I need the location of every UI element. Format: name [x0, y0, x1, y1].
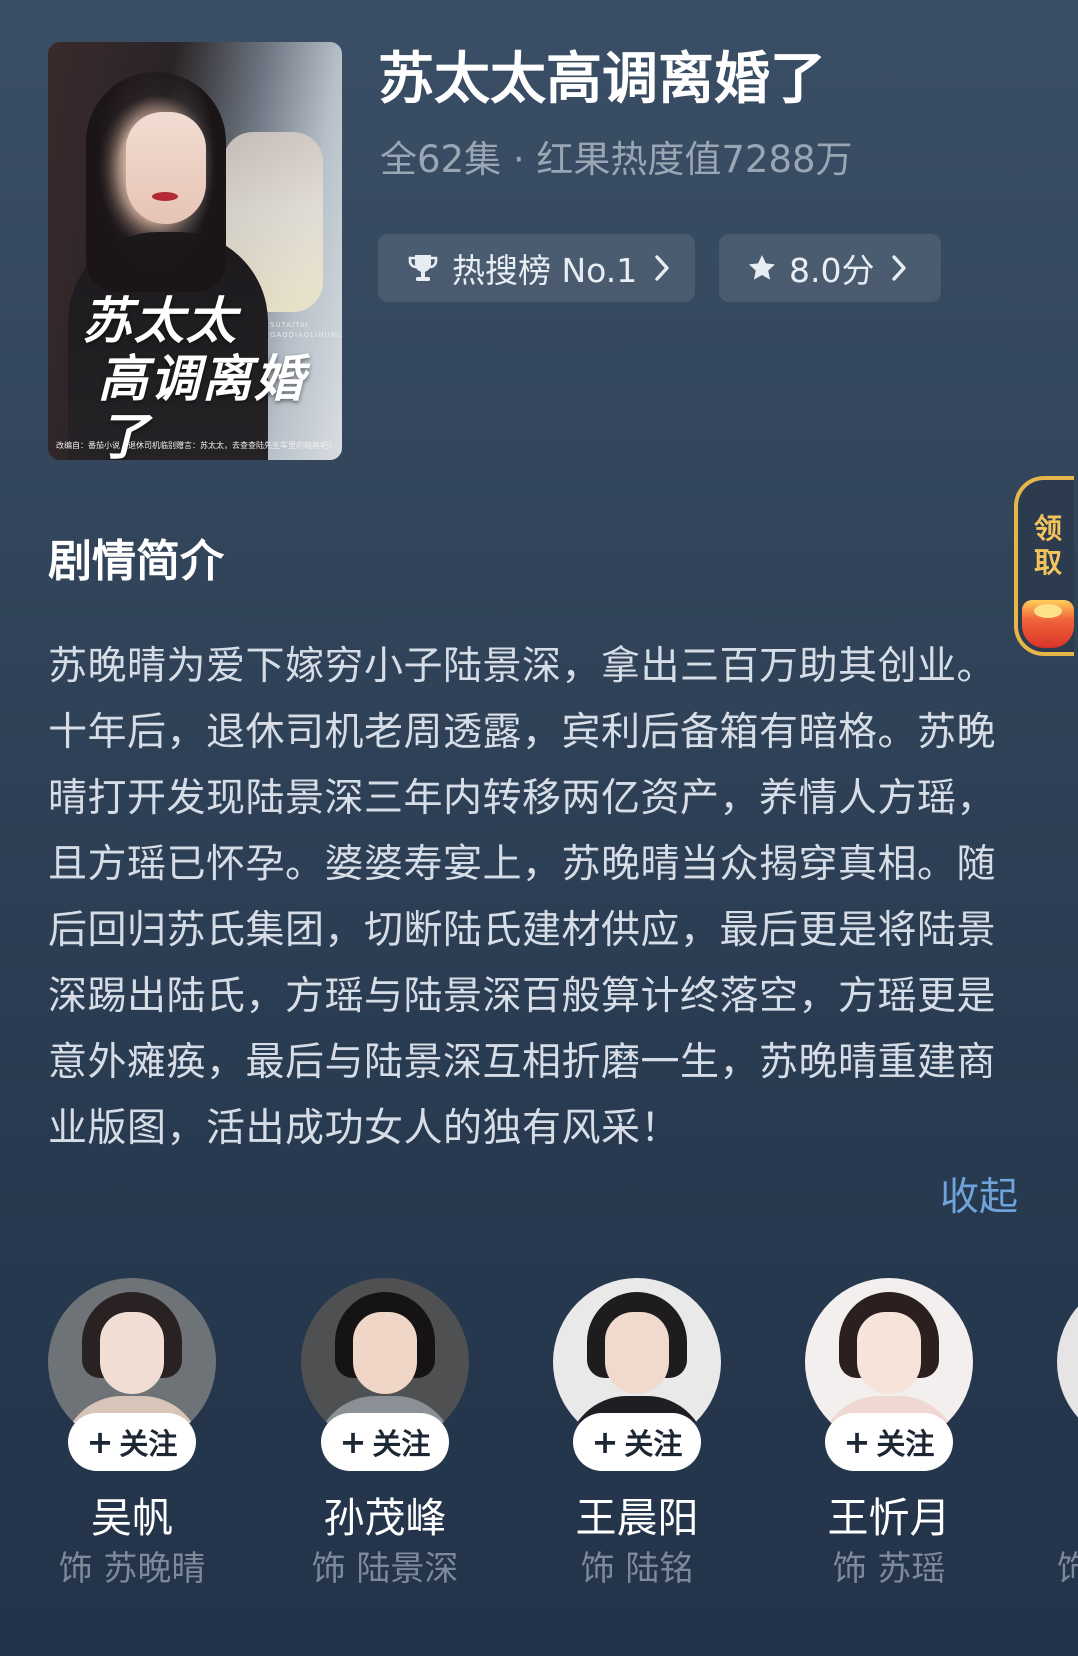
claim-label-2: 取 [1033, 546, 1062, 579]
drama-title: 苏太太高调离婚了 [378, 47, 826, 112]
rank-badge-label: 热搜榜 No.1 [452, 251, 638, 290]
chevron-right-icon [890, 253, 908, 283]
cast-role: 饰 苏晚晴 [58, 1549, 206, 1589]
follow-button[interactable]: + 关注 [573, 1413, 701, 1471]
cast-name: 孙茂峰 [323, 1494, 447, 1542]
cast-member[interactable]: + 关注 孙茂峰 饰 陆景深 [301, 1278, 481, 1598]
synopsis-text: 苏晚晴为爱下嫁穷小子陆景深，拿出三百万助其创业。十年后，退休司机老周透露，宾利后… [48, 644, 997, 1151]
drama-poster[interactable]: 苏太太 高调离婚了 SUTAITAI GAODIAOLIHUNLE 改编自：番茄… [48, 42, 342, 460]
cast-role: 饰 苏瑶 [832, 1549, 946, 1589]
cast-member[interactable]: 饰 [1057, 1278, 1078, 1598]
claim-reward-tab[interactable]: 领 取 [1014, 476, 1074, 656]
red-envelope-icon [1022, 600, 1074, 648]
poster-logo-subtitle: SUTAITAI GAODIAOLIHUNLE [270, 321, 342, 339]
cast-role: 饰 陆铭 [580, 1549, 694, 1589]
cast-role: 饰 陆景深 [311, 1549, 459, 1589]
synopsis-heading: 剧情简介 [48, 536, 224, 587]
follow-button[interactable]: + 关注 [321, 1413, 449, 1471]
collapse-link[interactable]: 收起 [928, 1165, 1018, 1231]
score-badge-button[interactable]: 8.0分 [719, 234, 941, 302]
cast-name: 王晨阳 [575, 1494, 699, 1542]
cast-list: + 关注 吴帆 饰 苏晚晴 + 关注 孙茂峰 饰 陆景深 + 关注 王晨阳 饰 … [0, 1278, 1078, 1608]
plus-icon: + [339, 1423, 367, 1461]
cast-member[interactable]: + 关注 王忻月 饰 苏瑶 [805, 1278, 985, 1598]
avatar[interactable] [1057, 1278, 1078, 1446]
cast-role: 饰 [1057, 1549, 1078, 1589]
plus-icon: + [843, 1423, 871, 1461]
follow-button[interactable]: + 关注 [68, 1413, 196, 1471]
rank-badge-button[interactable]: 热搜榜 No.1 [378, 234, 695, 302]
poster-credit: 改编自：番茄小说《退休司机临别赠言：苏太太，去查查陆先生车里的暗格吧》 [56, 441, 336, 450]
cast-name: 吴帆 [91, 1494, 173, 1542]
trophy-icon [406, 251, 440, 285]
drama-meta: 全62集 · 红果热度值7288万 [380, 138, 853, 181]
follow-button[interactable]: + 关注 [825, 1413, 953, 1471]
star-icon [747, 253, 777, 283]
plus-icon: + [86, 1423, 114, 1461]
claim-label-1: 领 [1033, 512, 1062, 545]
plus-icon: + [591, 1423, 619, 1461]
cast-member[interactable]: + 关注 王晨阳 饰 陆铭 [553, 1278, 733, 1598]
score-badge-label: 8.0分 [789, 251, 875, 290]
poster-title-logo: 苏太太 高调离婚了 [82, 291, 306, 461]
cast-name: 王忻月 [827, 1494, 951, 1542]
cast-member[interactable]: + 关注 吴帆 饰 苏晚晴 [48, 1278, 228, 1598]
chevron-right-icon [653, 253, 671, 283]
